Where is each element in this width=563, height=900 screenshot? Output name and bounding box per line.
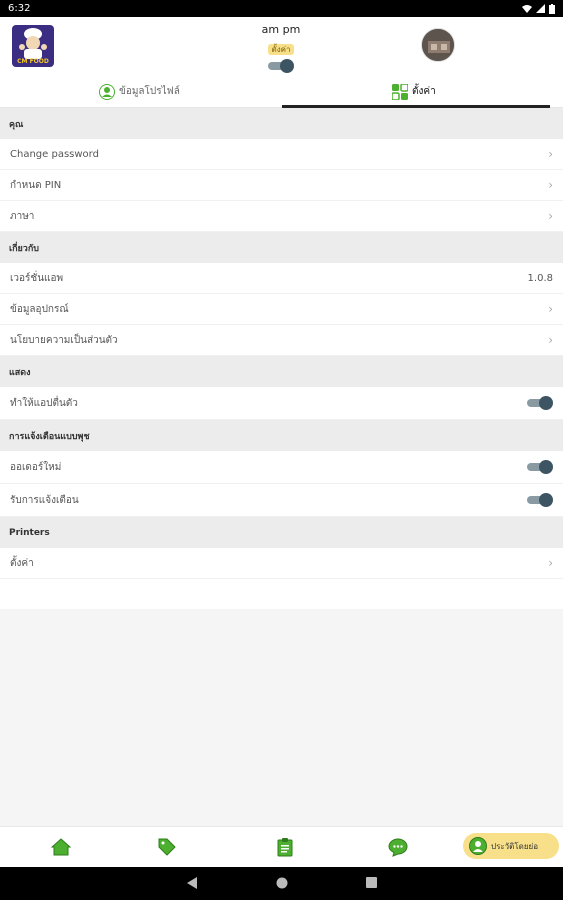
tab-profile[interactable]: ข้อมูลโปรไฟล์ xyxy=(99,75,180,108)
privacy-policy-row[interactable]: นโยบายความเป็นส่วนตัว › xyxy=(0,325,563,356)
nav-home[interactable] xyxy=(50,836,72,858)
wifi-icon xyxy=(522,5,532,13)
chevron-right-icon: › xyxy=(548,209,553,223)
battery-icon xyxy=(549,3,555,14)
chevron-right-icon: › xyxy=(548,147,553,161)
keep-awake-row: ทำให้แอปตื่นตัว xyxy=(0,387,563,420)
nav-active-label: ประวัติโดยย่อ xyxy=(491,841,539,851)
android-nav-bar xyxy=(0,867,563,900)
nav-promotions[interactable] xyxy=(156,836,178,858)
new-order-row: ออเดอร์ใหม่ xyxy=(0,451,563,484)
shop-avatar[interactable] xyxy=(421,28,455,62)
chevron-right-icon: › xyxy=(548,556,553,570)
shop-switcher[interactable]: am pm ตั้งค่า xyxy=(250,23,312,73)
status-bar: 6:32 xyxy=(0,0,563,17)
device-info-row[interactable]: ข้อมูลอุปกรณ์ › xyxy=(0,294,563,325)
change-password-row[interactable]: Change password › xyxy=(0,139,563,170)
app-version-row: เวอร์ชั่นแอพ 1.0.8 xyxy=(0,263,563,294)
section-header-push: การแจ้งเตือนแบบพุช xyxy=(0,420,563,451)
home-button-icon[interactable] xyxy=(276,877,288,889)
app-version-value: 1.0.8 xyxy=(527,272,553,284)
row-label: ออเดอร์ใหม่ xyxy=(10,461,62,473)
row-label: ตั้งค่า xyxy=(10,557,34,569)
grid-icon xyxy=(392,83,408,100)
set-pin-row[interactable]: กำหนด PIN › xyxy=(0,170,563,201)
settings-list: คุณ Change password › กำหนด PIN › ภาษา ›… xyxy=(0,108,563,826)
home-icon xyxy=(51,838,71,856)
row-label: นโยบายความเป็นส่วนตัว xyxy=(10,334,118,346)
tag-icon xyxy=(158,838,176,856)
tab-settings-label: ตั้งค่า xyxy=(412,86,436,97)
tab-settings[interactable]: ตั้งค่า xyxy=(392,75,436,108)
bottom-nav: ประวัติโดยย่อ xyxy=(0,826,563,867)
profile-icon xyxy=(469,837,487,855)
row-label: ภาษา xyxy=(10,210,35,222)
shop-open-toggle[interactable] xyxy=(268,59,294,73)
row-label: ข้อมูลอุปกรณ์ xyxy=(10,303,69,315)
back-icon[interactable] xyxy=(187,877,197,889)
chef-icon xyxy=(19,28,47,59)
nav-chat[interactable] xyxy=(387,836,409,858)
recents-icon[interactable] xyxy=(366,877,377,888)
shop-photo-icon xyxy=(422,29,454,61)
nav-profile-active[interactable]: ประวัติโดยย่อ xyxy=(463,833,559,859)
row-label: ทำให้แอปตื่นตัว xyxy=(10,397,78,409)
new-order-toggle[interactable] xyxy=(527,460,553,474)
keep-awake-toggle[interactable] xyxy=(527,396,553,410)
settings-tabs: ข้อมูลโปรไฟล์ ตั้งค่า xyxy=(0,75,563,108)
section-header-display: แสดง xyxy=(0,356,563,387)
settings-badge[interactable]: ตั้งค่า xyxy=(267,44,295,55)
receive-notifications-row: รับการแจ้งเตือน xyxy=(0,484,563,517)
app-logo: CM FOOD xyxy=(12,25,54,67)
profile-icon xyxy=(99,83,115,100)
app-header: CM FOOD am pm ตั้งค่า xyxy=(0,17,563,75)
row-label: กำหนด PIN xyxy=(10,179,62,191)
row-label: เวอร์ชั่นแอพ xyxy=(10,272,64,284)
row-label: Change password xyxy=(10,148,99,160)
chevron-right-icon: › xyxy=(548,333,553,347)
chat-icon xyxy=(388,837,408,857)
chevron-right-icon: › xyxy=(548,178,553,192)
printer-settings-row[interactable]: ตั้งค่า › xyxy=(0,548,563,579)
chevron-right-icon: › xyxy=(548,302,553,316)
section-header-you: คุณ xyxy=(0,108,563,139)
signal-icon xyxy=(536,4,545,13)
shop-name: am pm xyxy=(261,23,301,36)
nav-orders[interactable] xyxy=(274,836,296,858)
receive-notifications-toggle[interactable] xyxy=(527,493,553,507)
status-time: 6:32 xyxy=(8,3,31,14)
section-header-printers: Printers xyxy=(0,517,563,548)
tab-profile-label: ข้อมูลโปรไฟล์ xyxy=(119,86,180,97)
status-icons xyxy=(522,3,555,14)
row-label: รับการแจ้งเตือน xyxy=(10,494,79,506)
language-row[interactable]: ภาษา › xyxy=(0,201,563,232)
list-filler xyxy=(0,579,563,609)
clipboard-icon xyxy=(277,838,293,857)
logo-text: CM FOOD xyxy=(17,58,49,65)
section-header-about: เกี่ยวกับ xyxy=(0,232,563,263)
